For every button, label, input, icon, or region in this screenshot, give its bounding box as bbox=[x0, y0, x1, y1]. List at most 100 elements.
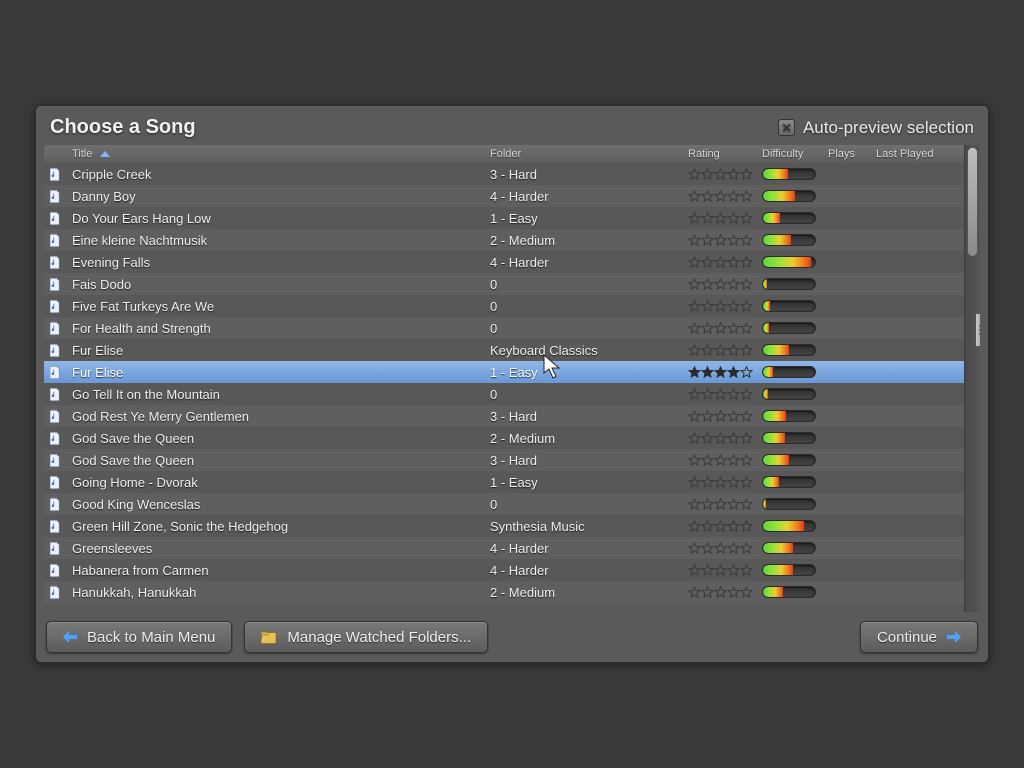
col-title[interactable]: Title bbox=[66, 147, 484, 161]
table-row[interactable]: Go Tell It on the Mountain0 bbox=[44, 383, 964, 405]
song-folder: 3 - Hard bbox=[484, 409, 682, 424]
table-row[interactable]: Fur Elise1 - Easy bbox=[44, 361, 964, 383]
rating-stars bbox=[688, 322, 753, 335]
scroll-grip-icon[interactable] bbox=[975, 313, 980, 347]
song-folder: 2 - Medium bbox=[484, 431, 682, 446]
music-file-icon bbox=[44, 585, 66, 600]
song-folder: 1 - Easy bbox=[484, 211, 682, 226]
difficulty-meter bbox=[762, 476, 816, 488]
rating-stars bbox=[688, 520, 753, 533]
col-folder[interactable]: Folder bbox=[484, 147, 682, 161]
music-file-icon bbox=[44, 321, 66, 336]
song-folder: 0 bbox=[484, 321, 682, 336]
col-rating[interactable]: Rating bbox=[682, 147, 756, 161]
table-row[interactable]: For Health and Strength0 bbox=[44, 317, 964, 339]
song-title: Habanera from Carmen bbox=[66, 563, 484, 578]
difficulty-meter bbox=[762, 256, 816, 268]
song-title: Danny Boy bbox=[66, 189, 484, 204]
scrollbar[interactable] bbox=[964, 145, 980, 612]
rating-stars bbox=[688, 256, 753, 269]
song-list[interactable]: Title Folder Rating Difficulty Plays Las… bbox=[44, 145, 964, 612]
song-folder: 0 bbox=[484, 497, 682, 512]
manage-folders-button[interactable]: Manage Watched Folders... bbox=[244, 621, 488, 653]
song-folder: 4 - Harder bbox=[484, 541, 682, 556]
rating-stars bbox=[688, 212, 753, 225]
difficulty-meter bbox=[762, 388, 816, 400]
song-title: Five Fat Turkeys Are We bbox=[66, 299, 484, 314]
song-title: Fur Elise bbox=[66, 365, 484, 380]
song-folder: 0 bbox=[484, 387, 682, 402]
song-title: Fais Dodo bbox=[66, 277, 484, 292]
table-row[interactable]: Good King Wenceslas0 bbox=[44, 493, 964, 515]
difficulty-meter bbox=[762, 454, 816, 466]
difficulty-meter bbox=[762, 168, 816, 180]
table-row[interactable]: God Rest Ye Merry Gentlemen3 - Hard bbox=[44, 405, 964, 427]
table-row[interactable]: Green Hill Zone, Sonic the HedgehogSynth… bbox=[44, 515, 964, 537]
close-icon[interactable]: ✕ bbox=[778, 119, 795, 136]
table-row[interactable]: God Save the Queen2 - Medium bbox=[44, 427, 964, 449]
music-file-icon bbox=[44, 475, 66, 490]
difficulty-meter bbox=[762, 542, 816, 554]
col-plays[interactable]: Plays bbox=[822, 147, 870, 161]
song-title: Fur Elise bbox=[66, 343, 484, 358]
rating-stars bbox=[688, 190, 753, 203]
table-row[interactable]: Greensleeves4 - Harder bbox=[44, 537, 964, 559]
music-file-icon bbox=[44, 343, 66, 358]
song-title: For Health and Strength bbox=[66, 321, 484, 336]
song-title: Go Tell It on the Mountain bbox=[66, 387, 484, 402]
song-title: Greensleeves bbox=[66, 541, 484, 556]
difficulty-meter bbox=[762, 366, 816, 378]
rating-stars bbox=[688, 454, 753, 467]
table-row[interactable]: Eine kleine Nachtmusik2 - Medium bbox=[44, 229, 964, 251]
table-row[interactable]: Fur EliseKeyboard Classics bbox=[44, 339, 964, 361]
rating-stars bbox=[688, 388, 753, 401]
rating-stars bbox=[688, 586, 753, 599]
song-folder: Keyboard Classics bbox=[484, 343, 682, 358]
table-row[interactable]: Cripple Creek3 - Hard bbox=[44, 163, 964, 185]
song-folder: 3 - Hard bbox=[484, 167, 682, 182]
song-title: Good King Wenceslas bbox=[66, 497, 484, 512]
difficulty-meter bbox=[762, 300, 816, 312]
back-button[interactable]: Back to Main Menu bbox=[46, 621, 232, 653]
auto-preview-toggle[interactable]: ✕ Auto-preview selection bbox=[778, 118, 974, 138]
table-row[interactable]: Hanukkah, Hanukkah2 - Medium bbox=[44, 581, 964, 603]
scroll-thumb[interactable] bbox=[967, 147, 978, 257]
page-title: Choose a Song bbox=[50, 116, 196, 139]
difficulty-meter bbox=[762, 498, 816, 510]
music-file-icon bbox=[44, 409, 66, 424]
continue-button[interactable]: Continue bbox=[860, 621, 978, 653]
song-folder: 3 - Hard bbox=[484, 453, 682, 468]
col-last-played[interactable]: Last Played bbox=[870, 147, 964, 161]
song-title: God Save the Queen bbox=[66, 453, 484, 468]
titlebar: Choose a Song ✕ Auto-preview selection bbox=[36, 106, 988, 145]
table-row[interactable]: Do Your Ears Hang Low1 - Easy bbox=[44, 207, 964, 229]
difficulty-meter bbox=[762, 432, 816, 444]
music-file-icon bbox=[44, 453, 66, 468]
song-title: Going Home - Dvorak bbox=[66, 475, 484, 490]
song-select-window: Choose a Song ✕ Auto-preview selection T… bbox=[35, 105, 989, 663]
rating-stars bbox=[688, 168, 753, 181]
table-row[interactable]: God Save the Queen3 - Hard bbox=[44, 449, 964, 471]
rating-stars bbox=[688, 498, 753, 511]
column-header-row[interactable]: Title Folder Rating Difficulty Plays Las… bbox=[44, 145, 964, 164]
table-row[interactable]: Five Fat Turkeys Are We0 bbox=[44, 295, 964, 317]
rating-stars bbox=[688, 432, 753, 445]
table-row[interactable]: Going Home - Dvorak1 - Easy bbox=[44, 471, 964, 493]
arrow-right-icon bbox=[947, 631, 961, 643]
table-row[interactable]: Evening Falls4 - Harder bbox=[44, 251, 964, 273]
table-row[interactable]: Danny Boy4 - Harder bbox=[44, 185, 964, 207]
song-folder: 2 - Medium bbox=[484, 233, 682, 248]
song-title: Green Hill Zone, Sonic the Hedgehog bbox=[66, 519, 484, 534]
rating-stars bbox=[688, 542, 753, 555]
folder-icon bbox=[261, 631, 277, 644]
sort-ascending-icon bbox=[100, 151, 110, 157]
rating-stars bbox=[688, 476, 753, 489]
music-file-icon bbox=[44, 541, 66, 556]
table-row[interactable]: Habanera from Carmen4 - Harder bbox=[44, 559, 964, 581]
music-file-icon bbox=[44, 211, 66, 226]
table-row[interactable]: Fais Dodo0 bbox=[44, 273, 964, 295]
col-difficulty[interactable]: Difficulty bbox=[756, 147, 822, 161]
song-folder: 0 bbox=[484, 299, 682, 314]
arrow-left-icon bbox=[63, 631, 77, 643]
difficulty-meter bbox=[762, 564, 816, 576]
